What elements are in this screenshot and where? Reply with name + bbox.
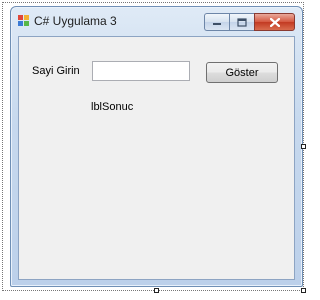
resize-handle-bottom-right[interactable]	[301, 288, 306, 293]
result-label: lblSonuc	[91, 101, 134, 113]
title-bar[interactable]: C# Uygulama 3	[11, 7, 302, 35]
close-icon	[269, 17, 280, 27]
window-title: C# Uygulama 3	[34, 14, 117, 28]
maximize-button[interactable]	[229, 13, 254, 31]
app-form-icon	[18, 15, 29, 26]
maximize-icon	[237, 17, 247, 27]
form-client-area: Sayi Girin Göster lblSonuc	[18, 36, 295, 280]
resize-handle-right[interactable]	[301, 144, 306, 149]
caption-buttons	[204, 13, 295, 31]
minimize-button[interactable]	[204, 13, 229, 31]
designer-surface: C# Uygulama 3 Sayi Girin Göster lblSonuc	[0, 0, 311, 300]
close-button[interactable]	[254, 13, 295, 31]
form-window[interactable]: C# Uygulama 3 Sayi Girin Göster lblSonuc	[10, 6, 303, 287]
input-label: Sayi Girin	[32, 65, 80, 77]
goster-button[interactable]: Göster	[206, 62, 278, 83]
minimize-icon	[213, 23, 221, 25]
number-input[interactable]	[92, 61, 190, 81]
resize-handle-bottom[interactable]	[154, 288, 159, 293]
